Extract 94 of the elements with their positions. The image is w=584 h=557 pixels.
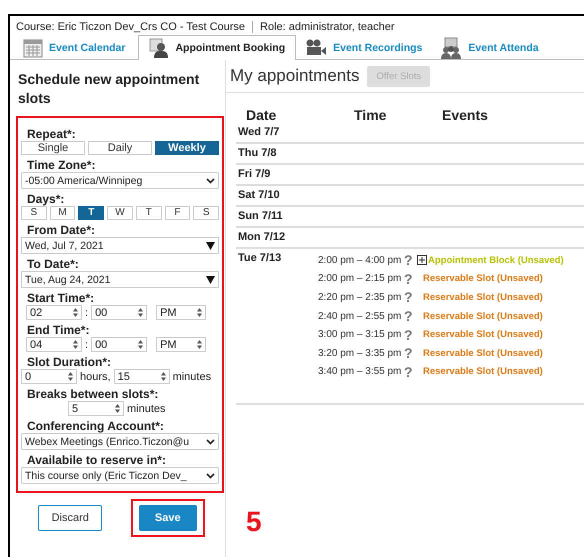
repeat-option[interactable]: Daily [88,141,152,155]
group-icon [440,36,462,58]
date-cell-text: Mon 7/12 [237,230,286,245]
day-toggle[interactable]: W [107,206,133,220]
time-cell-text: 3:40 pm – 3:55 pm [318,366,402,378]
day-toggle[interactable]: F [164,206,190,220]
time-cell-text: 3:00 pm – 3:15 pm [318,329,402,340]
field-label: End Time*: [26,323,90,337]
save-button[interactable]: Save [138,505,197,531]
unit-label: minutes [127,402,166,414]
column-header: Date [245,107,278,123]
spinner-arrows-icon [73,340,78,349]
dropdown-caret-icon [206,438,215,444]
field-label: Repeat*: [26,127,77,141]
time-cell-text: 2:00 pm – 4:00 pm [318,254,402,266]
tab[interactable]: Event Calendar [18,35,134,59]
help-icon[interactable]: ? [404,289,417,306]
role-label: Role: administrator, teacher [252,21,395,33]
help-icon[interactable]: ? [404,345,417,362]
number-field[interactable]: PM [156,337,206,352]
dropdown-caret-icon [206,178,215,184]
spinner-arrows-icon [68,372,73,381]
date-dropdown[interactable]: Tue, Aug 24, 2021 [21,271,219,288]
column-header: Events [442,107,488,123]
time-cell-text: 2:40 pm – 2:55 pm [318,310,402,322]
repeat-option[interactable]: Single [21,141,85,155]
tab[interactable]: Event Attenda [435,35,548,59]
help-icon[interactable]: ? [404,326,417,343]
expand-plus-icon [417,255,427,266]
number-field[interactable]: 02 [26,305,82,320]
spinner-arrows-icon [160,372,166,381]
dropdown[interactable]: Webex Meetings (Enrico.Ticzon@u [21,433,219,450]
spinner-arrows-icon [73,308,78,317]
number-field[interactable]: 5 [68,401,124,416]
dropdown[interactable]: This course only (Eric Ticzon Dev_ [21,467,219,484]
date-cell-text: Wed 7/7 [237,125,280,140]
day-toggle[interactable]: S [21,206,47,220]
date-cell-text: Sat 7/10 [237,188,281,203]
dropdown[interactable]: -05:00 America/Winnipeg [21,172,219,189]
field-label: Start Time*: [26,291,96,305]
field-label: Breaks between slots*: [26,387,160,401]
movie-camera-icon [305,38,328,56]
time-separator: : [85,338,88,350]
unit-label: hours, [80,370,111,382]
date-cell-text: Sun 7/11 [237,209,284,224]
field-label: From Date*: [26,223,96,237]
number-field[interactable]: 00 [91,305,148,320]
day-toggle[interactable]: T [136,206,162,220]
spinner-arrows-icon [115,404,120,413]
dropdown-triangle-icon [206,276,215,284]
number-field[interactable]: 15 [114,369,170,384]
date-cell-text: Tue 7/13 [237,251,282,266]
help-icon[interactable]: ? [404,364,417,380]
date-cell-text: Fri 7/9 [237,167,272,182]
day-toggle[interactable]: S [193,206,220,220]
discard-button[interactable]: Discard [38,505,102,531]
time-cell-text: 3:20 pm – 3:35 pm [318,348,402,359]
page-title: My appointments [230,66,360,86]
dropdown-caret-icon [206,472,215,478]
help-icon[interactable]: ? [404,252,417,268]
time-cell-text: 2:20 pm – 2:35 pm [318,292,402,303]
course-label: Course: Eric Ticzon Dev_Crs CO - Test Course [16,21,246,33]
repeat-option[interactable]: Weekly [155,141,219,155]
unit-label: minutes [172,370,212,382]
number-field[interactable]: 04 [26,337,82,352]
spinner-arrows-icon [197,308,202,317]
field-label: To Date*: [26,257,80,271]
calendar-icon [23,38,43,58]
step-number: 5 [246,506,262,538]
number-field[interactable]: 0 [21,369,77,384]
time-separator: : [85,306,88,318]
date-cell-text: Thu 7/8 [237,146,278,161]
field-label: Availabile to reserve in*: [26,453,167,467]
number-field[interactable]: 00 [91,337,148,352]
spinner-arrows-icon [197,340,202,349]
spinner-arrows-icon [138,340,144,349]
help-icon[interactable]: ? [404,308,417,324]
date-dropdown[interactable]: Wed, Jul 7, 2021 [21,237,219,254]
person-icon [149,38,170,58]
field-label: Days*: [26,192,66,206]
form-heading: Schedule new appointment slots [17,70,200,108]
field-label: Slot Duration*: [26,355,112,369]
time-cell-text: 2:00 pm – 2:15 pm [318,273,402,284]
field-label: Time Zone*: [26,158,96,172]
tab[interactable]: Appointment Booking [138,35,296,60]
field-label: Conferencing Account*: [26,419,165,433]
day-toggle[interactable]: T [78,206,104,220]
help-icon[interactable]: ? [404,270,417,287]
column-header: Time [354,107,388,123]
dropdown-triangle-icon [206,242,215,250]
day-toggle[interactable]: M [50,206,76,220]
spinner-arrows-icon [138,308,144,317]
number-field[interactable]: PM [156,305,206,320]
tab[interactable]: Event Recordings [300,35,432,59]
